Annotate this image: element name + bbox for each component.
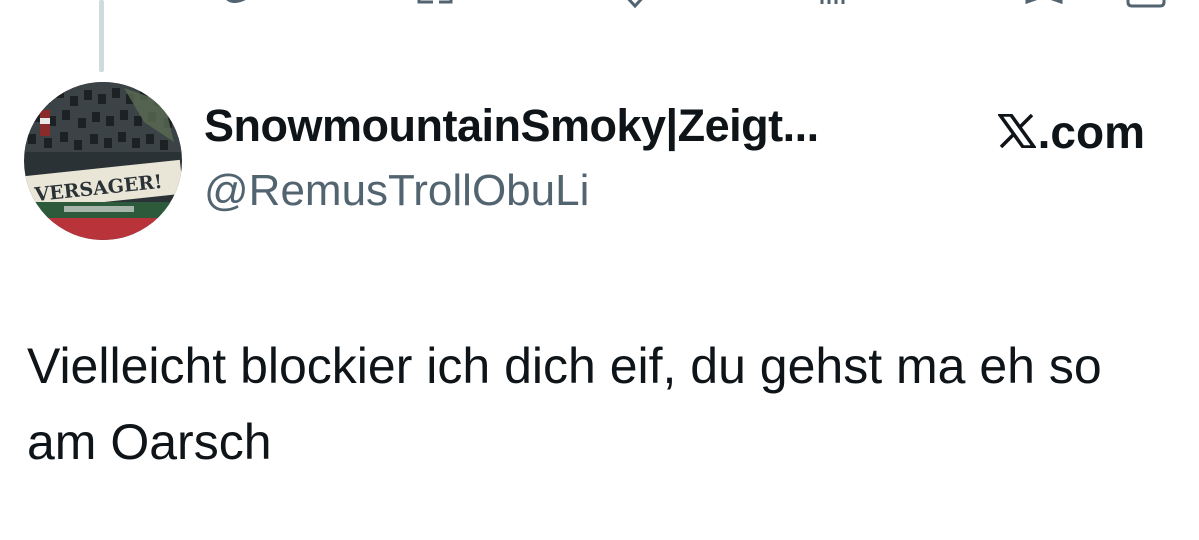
thread-connector-line	[99, 0, 104, 72]
retweet-icon[interactable]	[415, 0, 455, 10]
like-icon[interactable]	[620, 0, 650, 10]
author-handle[interactable]: @RemusTrollObuLi	[204, 166, 589, 216]
brand-domain-suffix: .com	[1037, 106, 1145, 158]
views-icon[interactable]	[818, 0, 848, 10]
author-display-name[interactable]: SnowmountainSmoky|Zeigt...	[204, 100, 819, 152]
tweet-text: Vielleicht blockier ich dich eif, du geh…	[27, 338, 1102, 470]
source-brand: .com	[996, 105, 1145, 159]
previous-tweet-action-bar	[0, 0, 1199, 10]
bookmark-icon[interactable]	[1024, 0, 1064, 10]
share-icon[interactable]	[1124, 0, 1168, 10]
avatar[interactable]: VERSAGER!	[24, 82, 182, 240]
reply-icon[interactable]	[222, 0, 252, 10]
x-logo-icon	[996, 105, 1038, 159]
